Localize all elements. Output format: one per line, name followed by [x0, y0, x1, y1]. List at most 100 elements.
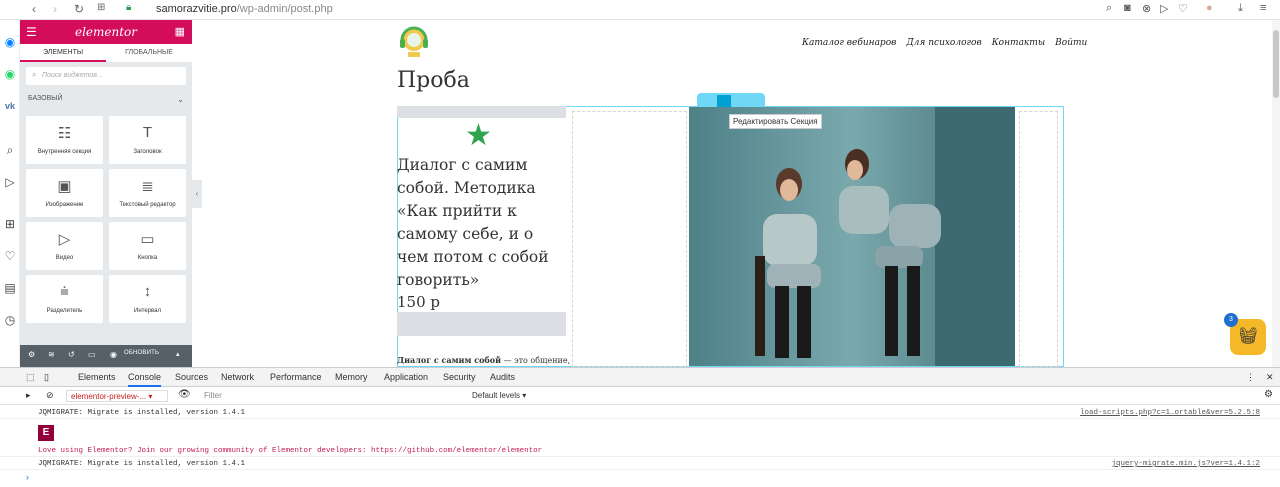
- widget-label: Интервал: [134, 308, 161, 314]
- settings-icon[interactable]: ⚙: [28, 350, 35, 359]
- text-editor-icon: ≣: [141, 178, 154, 195]
- responsive-icon[interactable]: ▭: [88, 350, 96, 359]
- nav-contacts[interactable]: Контакты: [992, 38, 1045, 48]
- tab-audits[interactable]: Audits: [490, 372, 515, 382]
- widget-label: Изображение: [45, 202, 84, 208]
- device-icon[interactable]: ▯: [44, 372, 49, 383]
- heart-icon[interactable]: ♡: [1178, 2, 1188, 15]
- site-logo[interactable]: [396, 26, 432, 60]
- tab-global[interactable]: ГЛОБАЛЬНЫЕ: [106, 44, 192, 62]
- site-nav: Каталог вебинаров Для психологов Контакты В…: [802, 38, 1097, 48]
- lock-icon: 🔒︎: [126, 2, 132, 13]
- elementor-icon: E: [38, 425, 54, 441]
- nav-psychologists[interactable]: Для психологов: [906, 38, 981, 48]
- widget-label: Кнопка: [137, 255, 158, 261]
- tab-console[interactable]: Console: [128, 372, 162, 387]
- reload-icon[interactable]: ↻: [74, 2, 84, 16]
- heart-icon[interactable]: ♡: [2, 248, 18, 264]
- placeholder-bar: [397, 312, 566, 336]
- close-icon[interactable]: ✕: [1266, 372, 1274, 383]
- widget-label: Текстовый редактор: [119, 202, 176, 208]
- console-prompt[interactable]: ›: [26, 472, 29, 482]
- columns-icon: ☷: [57, 125, 72, 142]
- widget-tile[interactable]: ↕ Интервал: [109, 275, 186, 323]
- forward-icon[interactable]: ›: [53, 2, 57, 16]
- button-icon: ▭: [140, 231, 155, 248]
- widget-tile[interactable]: ≣ Текстовый редактор: [109, 169, 186, 217]
- widget-tile[interactable]: ⩧ Разделитель: [26, 275, 103, 323]
- camera-icon[interactable]: ◙: [1124, 2, 1131, 14]
- console-filter-input[interactable]: Filter: [204, 391, 222, 400]
- download-icon[interactable]: ⤓: [1238, 2, 1243, 15]
- tab-elements[interactable]: ЭЛЕМЕНТЫ: [20, 44, 106, 62]
- tab-application[interactable]: Application: [384, 372, 428, 382]
- widget-tile[interactable]: T Заголовок: [109, 116, 186, 164]
- console-line: JQMIGRATE: Migrate is installed, version…: [0, 458, 1280, 470]
- update-button[interactable]: ОБНОВИТЬ: [124, 350, 159, 356]
- grid-icon[interactable]: ▦: [175, 25, 185, 38]
- section-handle[interactable]: [697, 93, 765, 107]
- star-icon: ★: [465, 119, 492, 152]
- speed-dial-icon[interactable]: ⊞: [2, 216, 18, 232]
- devtools-tabs: ⬚ ▯ Elements Console Sources Network Per…: [0, 368, 1280, 387]
- context-select[interactable]: elementor-preview-... ▾: [66, 390, 168, 402]
- tab-performance[interactable]: Performance: [270, 372, 322, 382]
- tab-security[interactable]: Security: [443, 372, 476, 382]
- block-icon[interactable]: ⊗: [1142, 2, 1151, 15]
- tab-sources[interactable]: Sources: [175, 372, 208, 382]
- history-icon[interactable]: ◷: [2, 312, 18, 328]
- context-value: elementor-preview-...: [71, 392, 147, 401]
- widget-label: Разделитель: [46, 308, 83, 314]
- menu-icon[interactable]: ≡: [1260, 2, 1266, 14]
- widget-tile[interactable]: ☷ Внутренняя секция: [26, 116, 103, 164]
- scrollbar-thumb[interactable]: [1273, 30, 1279, 98]
- url-path: /wp-admin/post.php: [236, 3, 333, 15]
- widget-tile[interactable]: ▷ Видео: [26, 222, 103, 270]
- tab-network[interactable]: Network: [221, 372, 254, 382]
- news-icon[interactable]: ▤: [2, 280, 18, 296]
- console-message: JQMIGRATE: Migrate is installed, version…: [38, 460, 246, 468]
- sidebar-toggle-icon[interactable]: ▸: [26, 390, 31, 401]
- search-placeholder: Поиск виджетов...: [42, 72, 103, 79]
- address-bar[interactable]: samorazvitie.pro/wp-admin/post.php: [156, 3, 333, 15]
- inspect-icon[interactable]: ⬚: [26, 372, 35, 383]
- collapse-panel-button[interactable]: ‹: [192, 180, 202, 208]
- send-icon[interactable]: ▷: [2, 174, 18, 190]
- widget-tile[interactable]: ▣ Изображение: [26, 169, 103, 217]
- tab-memory[interactable]: Memory: [335, 372, 368, 382]
- update-options-icon[interactable]: ▴: [176, 350, 180, 358]
- back-icon[interactable]: ‹: [32, 2, 36, 16]
- edit-section-tooltip: Редактировать Секция: [729, 114, 822, 129]
- empty-column[interactable]: [572, 111, 687, 367]
- console-source-link[interactable]: jquery-migrate.min.js?ver=1.4.1:2: [1111, 458, 1260, 470]
- history-icon[interactable]: ↺: [68, 350, 75, 359]
- empty-column[interactable]: [1019, 111, 1058, 367]
- layers-icon[interactable]: ≋: [48, 350, 55, 359]
- cart-count-badge: 3: [1224, 313, 1238, 327]
- widget-tile[interactable]: ▭ Кнопка: [109, 222, 186, 270]
- widget-search-input[interactable]: ⌕ Поиск виджетов...: [26, 67, 186, 85]
- search-icon[interactable]: ⌕: [1106, 2, 1112, 15]
- url-host: samorazvitie.pro: [156, 3, 237, 15]
- gear-icon[interactable]: ⚙: [1264, 389, 1273, 400]
- nav-webinars[interactable]: Каталог вебинаров: [802, 38, 896, 48]
- tab-elements[interactable]: Elements: [78, 372, 116, 382]
- whatsapp-icon[interactable]: ◉: [2, 66, 18, 82]
- nav-login[interactable]: Войти: [1055, 38, 1087, 48]
- messenger-icon[interactable]: ◉: [2, 34, 18, 50]
- eye-icon[interactable]: 👁︎: [178, 389, 191, 400]
- clear-console-icon[interactable]: ⊘: [46, 390, 54, 401]
- category-basic[interactable]: БАЗОВЫЙ ⌄: [28, 95, 184, 104]
- category-label: БАЗОВЫЙ: [28, 95, 63, 102]
- vk-icon[interactable]: vk: [2, 98, 18, 114]
- console-source-link[interactable]: load-scripts.php?c=1…ortable&ver=5.2.5:8: [1080, 407, 1260, 419]
- search-icon[interactable]: ⌕: [2, 142, 18, 158]
- profile-icon[interactable]: ●: [1206, 2, 1213, 14]
- preview-icon[interactable]: ◉: [110, 350, 117, 359]
- drag-handle-icon[interactable]: [717, 95, 731, 107]
- widget-label: Заголовок: [133, 149, 162, 155]
- more-options-icon[interactable]: ⋮: [1246, 372, 1255, 383]
- speed-dial-icon[interactable]: ⊞: [97, 2, 105, 13]
- send-icon[interactable]: ▷: [1160, 2, 1168, 15]
- log-levels-select[interactable]: Default levels ▾: [472, 391, 526, 400]
